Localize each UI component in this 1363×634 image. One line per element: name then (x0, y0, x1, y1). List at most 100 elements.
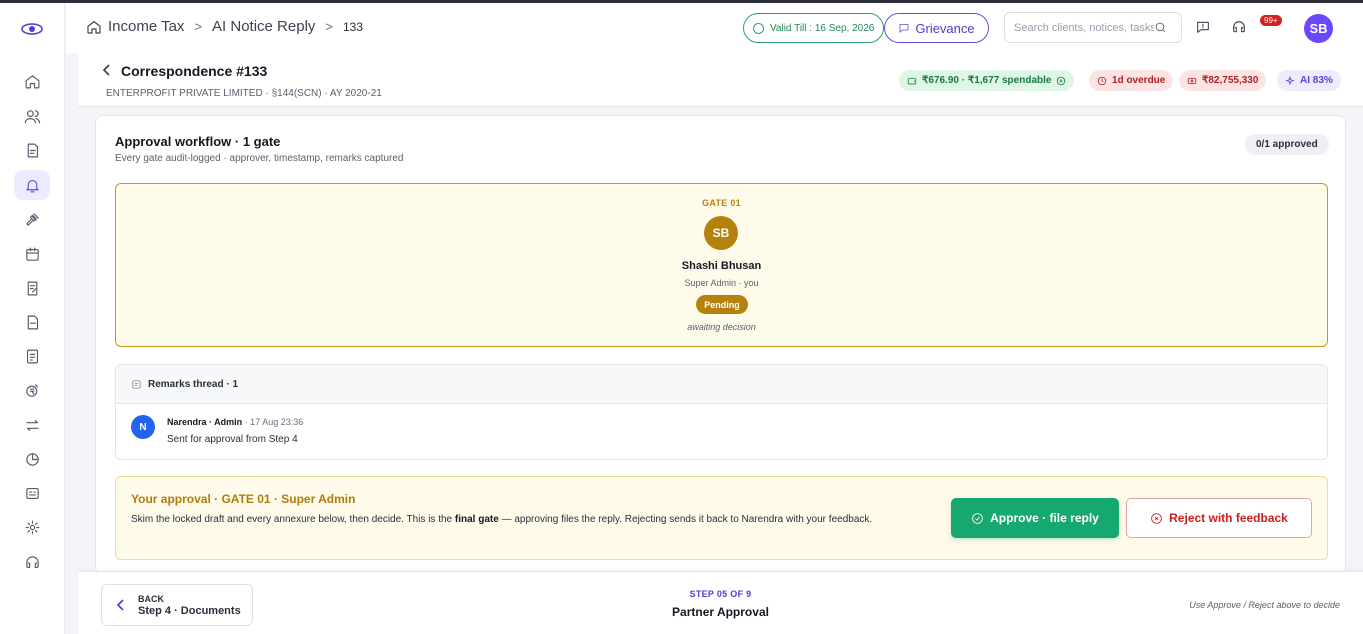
sidebar-item-drafts[interactable] (14, 273, 50, 303)
breadcrumb-income-tax[interactable]: Income Tax (108, 18, 184, 35)
breadcrumb-separator: > (325, 19, 333, 34)
home-icon (25, 74, 39, 88)
sidebar-item-home[interactable] (14, 66, 50, 96)
sidebar-item-transfers[interactable] (14, 410, 50, 440)
pie-chart-icon (25, 452, 39, 466)
wizard-footer: BACK Step 4 · Documents STEP 05 OF 9 Par… (78, 571, 1363, 634)
gavel-icon (25, 212, 39, 226)
remark-timestamp: · 17 Aug 23:36 (242, 417, 304, 427)
check-circle-icon (753, 22, 764, 34)
page-subtitle: ENTERPROFIT PRIVATE LIMITED · §144(SCN) … (106, 88, 382, 99)
gate-card: GATE 01 SB Shashi Bhusan Super Admin · y… (115, 183, 1328, 347)
money-icon (1187, 77, 1197, 84)
approve-button[interactable]: Approve · file reply (951, 498, 1119, 538)
notifications-button[interactable] (1231, 19, 1249, 37)
search-icon[interactable] (1154, 21, 1167, 34)
sidebar-item-support[interactable] (14, 547, 50, 577)
final-gate-text: final gate (454, 514, 499, 525)
footer-hint: Use Approve / Reject above to decide (1189, 600, 1340, 610)
approval-workflow-card: Approval workflow · 1 gate Every gate au… (95, 115, 1346, 575)
approved-count-badge: 0/1 approved (1245, 134, 1329, 155)
remarks-title: Remarks thread · 1 (148, 378, 239, 390)
document-icon (27, 143, 38, 157)
clock-icon (1097, 76, 1107, 85)
currency-icon (25, 383, 38, 397)
step-name: Partner Approval (672, 605, 769, 619)
app-logo-icon[interactable] (21, 21, 43, 37)
approver-name: Shashi Bhusan (681, 260, 762, 272)
back-chevron-icon[interactable] (100, 63, 114, 77)
sidebar-item-notices[interactable] (14, 170, 50, 200)
status-badge: Pending (696, 295, 748, 314)
sidebar-item-calendar[interactable] (14, 239, 50, 269)
sidebar-item-settings[interactable] (14, 512, 50, 542)
home-icon[interactable] (86, 19, 102, 35)
remark-meta: Narendra · Admin · 17 Aug 23:36 (167, 417, 303, 427)
approve-label: Approve · file reply (990, 511, 1099, 525)
user-avatar[interactable]: SB (1304, 14, 1333, 43)
remark-text: Sent for approval from Step 4 (167, 434, 298, 445)
sparkle-icon (1285, 75, 1295, 85)
edit-document-icon (27, 281, 37, 295)
validity-text: Valid Till : 16 Sep, 2026 (770, 22, 875, 34)
remarks-header: Remarks thread · 1 (116, 365, 1327, 404)
page-title: Correspondence #133 (121, 63, 268, 79)
sidebar-item-reports[interactable] (14, 341, 50, 371)
validity-badge: Valid Till : 16 Sep, 2026 (743, 13, 885, 43)
grievance-button[interactable]: Grievance (884, 13, 989, 43)
users-icon (24, 109, 40, 123)
reject-button[interactable]: Reject with feedback (1126, 498, 1312, 538)
workflow-title: Approval workflow · 1 gate (115, 134, 281, 149)
approval-text-part: — approving files the reply. Rejecting s… (498, 514, 873, 525)
approval-title: Your approval · GATE 01 · Super Admin (131, 492, 356, 506)
sidebar-item-analytics[interactable] (14, 444, 50, 474)
gate-status-note: awaiting decision (687, 322, 756, 332)
sidebar-item-billing[interactable] (14, 375, 50, 405)
grievance-label: Grievance (915, 20, 975, 36)
remarks-thread: Remarks thread · 1 N Narendra · Admin · … (115, 364, 1328, 460)
sidebar-item-litigation[interactable] (14, 204, 50, 234)
search-input[interactable] (1014, 21, 1154, 34)
wallet-icon (907, 77, 917, 84)
workflow-subtitle: Every gate audit-logged · approver, time… (115, 153, 404, 164)
your-approval-panel: Your approval · GATE 01 · Super Admin Sk… (115, 476, 1328, 560)
demand-amount-text: ₹82,755,330 (1202, 75, 1259, 86)
breadcrumb-current: 133 (343, 19, 364, 34)
chat-button[interactable] (1195, 19, 1213, 37)
id-card-icon (25, 487, 39, 499)
breadcrumb-ai-notice-reply[interactable]: AI Notice Reply (212, 18, 315, 35)
chat-icon (1197, 21, 1209, 33)
approver-avatar: SB (704, 216, 738, 250)
sidebar-item-documents[interactable] (14, 135, 50, 165)
ai-score-text: AI 83% (1300, 75, 1333, 86)
breadcrumb-separator: > (194, 19, 203, 34)
close-circle-icon (1151, 512, 1162, 524)
sidebar (0, 3, 65, 634)
add-circle-icon[interactable] (1056, 76, 1066, 86)
ai-score-chip: AI 83% (1277, 70, 1341, 91)
gate-label: GATE 01 (702, 198, 741, 208)
breadcrumb: Income Tax > AI Notice Reply > 133 (86, 18, 363, 35)
search-box (1004, 12, 1182, 43)
sidebar-item-records[interactable] (14, 478, 50, 508)
approval-instructions: Skim the locked draft and every annexure… (131, 511, 921, 528)
demand-amount-chip: ₹82,755,330 (1179, 70, 1267, 91)
headset-icon (1233, 21, 1245, 33)
top-header: Income Tax > AI Notice Reply > 133 Valid… (66, 3, 1363, 53)
report-icon (26, 349, 38, 363)
overdue-chip: 1d overdue (1089, 70, 1174, 91)
check-circle-icon (972, 512, 983, 524)
remark-author: Narendra · Admin (167, 417, 243, 427)
transfer-icon (25, 419, 39, 431)
wallet-balance-chip[interactable]: ₹676.90 · ₹1,677 spendable (899, 70, 1075, 91)
message-icon (899, 24, 909, 33)
sidebar-item-files[interactable] (14, 307, 50, 337)
sidebar-item-clients[interactable] (14, 101, 50, 131)
avatar: N (131, 415, 155, 439)
calendar-icon (25, 247, 39, 261)
wallet-balance-text: ₹676.90 · ₹1,677 spendable (922, 75, 1052, 86)
file-icon (27, 315, 38, 329)
correspondence-header: Correspondence #133 ENTERPROFIT PRIVATE … (78, 53, 1363, 107)
reject-label: Reject with feedback (1169, 511, 1288, 525)
settings-icon (25, 520, 39, 534)
